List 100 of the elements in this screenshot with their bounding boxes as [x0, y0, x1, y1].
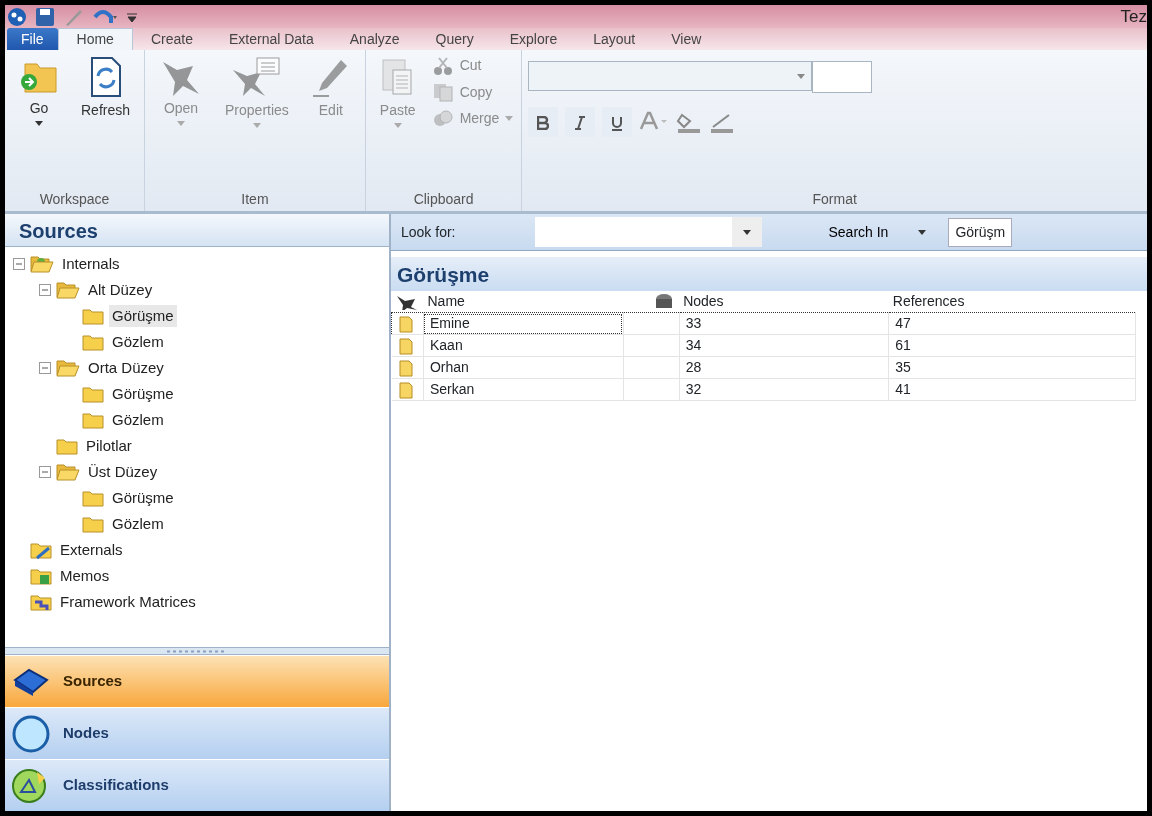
column-header[interactable]: Name — [423, 291, 624, 313]
customize-menu-icon[interactable] — [127, 10, 137, 23]
table-cell: 61 — [888, 334, 1136, 357]
window-title: Tez — [1120, 5, 1147, 28]
pushpin-list-icon — [230, 56, 283, 98]
save-icon[interactable] — [35, 6, 55, 27]
folder-icon — [29, 592, 53, 612]
underline-button[interactable] — [602, 107, 633, 137]
ribbon-tab[interactable]: Query — [417, 28, 492, 50]
document-icon — [398, 315, 414, 334]
app-logo-icon[interactable] — [7, 6, 27, 27]
table-cell: 28 — [679, 356, 889, 379]
open-folder-icon — [55, 280, 81, 300]
group-label: Format — [811, 190, 858, 209]
pushpin-icon — [395, 294, 418, 311]
bold-icon — [537, 116, 550, 131]
column-header[interactable]: Nodes — [679, 291, 889, 313]
table-cell: 32 — [679, 378, 889, 401]
caret-icon — [797, 73, 806, 79]
copy-pages-icon — [431, 82, 454, 102]
ribbon-tab[interactable]: Create — [132, 28, 211, 50]
scissors-icon — [431, 55, 454, 76]
folder-icon — [81, 488, 105, 508]
document-icon — [397, 359, 414, 378]
field-label: Look for: — [401, 222, 456, 242]
font-name-combo[interactable] — [528, 61, 813, 91]
caret-icon — [743, 229, 752, 235]
panel-title: Sources — [5, 214, 389, 247]
folder-icon — [81, 306, 105, 326]
open-folder-icon — [29, 254, 55, 274]
ribbon-tab[interactable]: View — [653, 28, 720, 50]
ribbon-tab[interactable]: Layout — [575, 28, 654, 50]
tree-item[interactable]: Memos — [57, 564, 113, 588]
column-header[interactable]: References — [888, 291, 1136, 313]
italic-button[interactable] — [565, 107, 596, 137]
file-menu-tab[interactable]: File — [7, 28, 58, 50]
clipboard-icon — [380, 56, 415, 98]
paint-bucket-icon[interactable] — [676, 111, 703, 133]
tree-item[interactable]: Gözlem — [109, 512, 167, 536]
collapse-icon[interactable] — [39, 284, 51, 296]
table-cell: 34 — [679, 334, 889, 357]
open-folder-icon — [55, 358, 81, 378]
line-icon[interactable] — [709, 111, 736, 133]
collapse-icon[interactable] — [39, 466, 51, 478]
group-label: Item — [240, 190, 270, 209]
ribbon-tab[interactable]: Home — [57, 28, 133, 50]
navigation-button[interactable]: Sources — [5, 655, 389, 707]
folder-icon — [29, 566, 53, 586]
table-cell: Serkan — [423, 378, 624, 401]
ribbon-button[interactable]: Go — [11, 54, 67, 189]
tree-item[interactable]: Gözlem — [109, 330, 167, 354]
caret-icon — [35, 121, 43, 126]
folder-icon — [81, 384, 105, 404]
ribbon-button[interactable]: Refresh — [73, 54, 139, 189]
ribbon-tab[interactable]: Explore — [491, 28, 576, 50]
folder-icon — [81, 410, 105, 430]
document-icon — [397, 381, 414, 400]
tree-item[interactable]: Görüşme — [109, 304, 177, 328]
folder-icon — [55, 436, 79, 456]
search-in-button[interactable]: Search In — [822, 220, 933, 244]
tree-item[interactable]: Alt Düzey — [85, 278, 156, 302]
sphere-icon — [11, 713, 51, 754]
search-in-field[interactable]: Görüşm — [948, 217, 1013, 247]
group-label: Workspace — [38, 190, 111, 209]
tree-item[interactable]: Internals — [59, 252, 123, 276]
list-title: Görüşme — [391, 257, 1147, 291]
italic-icon — [574, 116, 587, 131]
caret-icon — [177, 121, 186, 126]
group-label: Clipboard — [412, 190, 475, 209]
tree-item[interactable]: Gözlem — [109, 408, 167, 432]
table-cell: 35 — [888, 356, 1136, 379]
table-cell: 41 — [888, 378, 1136, 401]
bold-button[interactable] — [528, 107, 559, 137]
caret-icon — [918, 229, 927, 235]
table-cell: 47 — [888, 312, 1136, 335]
font-size-field[interactable] — [812, 61, 873, 93]
tree-item[interactable]: Pilotlar — [83, 434, 135, 458]
grip-icon — [167, 649, 227, 653]
collapse-icon[interactable] — [13, 258, 25, 270]
table-cell: Emine — [423, 312, 624, 335]
folder-icon — [29, 540, 53, 560]
tree-item[interactable]: Görüşme — [109, 382, 177, 406]
underline-icon — [611, 115, 624, 131]
tree-item[interactable]: Framework Matrices — [57, 590, 199, 614]
document-icon — [397, 337, 414, 356]
ribbon-tab[interactable]: Analyze — [331, 28, 418, 50]
table-cell: Kaan — [423, 334, 624, 357]
caret-icon — [393, 123, 402, 128]
folder-icon — [81, 514, 105, 534]
ribbon-tab[interactable]: External Data — [210, 28, 332, 50]
collapse-icon[interactable] — [39, 362, 51, 374]
overlapping-circles-icon — [431, 108, 454, 129]
open-folder-icon — [55, 462, 81, 482]
tree-item[interactable]: Externals — [57, 538, 126, 562]
tree-item[interactable]: Görüşme — [109, 486, 177, 510]
folder-icon — [81, 332, 105, 352]
tree-item[interactable]: Orta Düzey — [85, 356, 167, 380]
navigation-button[interactable]: Classifications — [5, 759, 389, 811]
tree-item[interactable]: Üst Düzey — [85, 460, 161, 484]
navigation-button[interactable]: Nodes — [5, 707, 389, 759]
